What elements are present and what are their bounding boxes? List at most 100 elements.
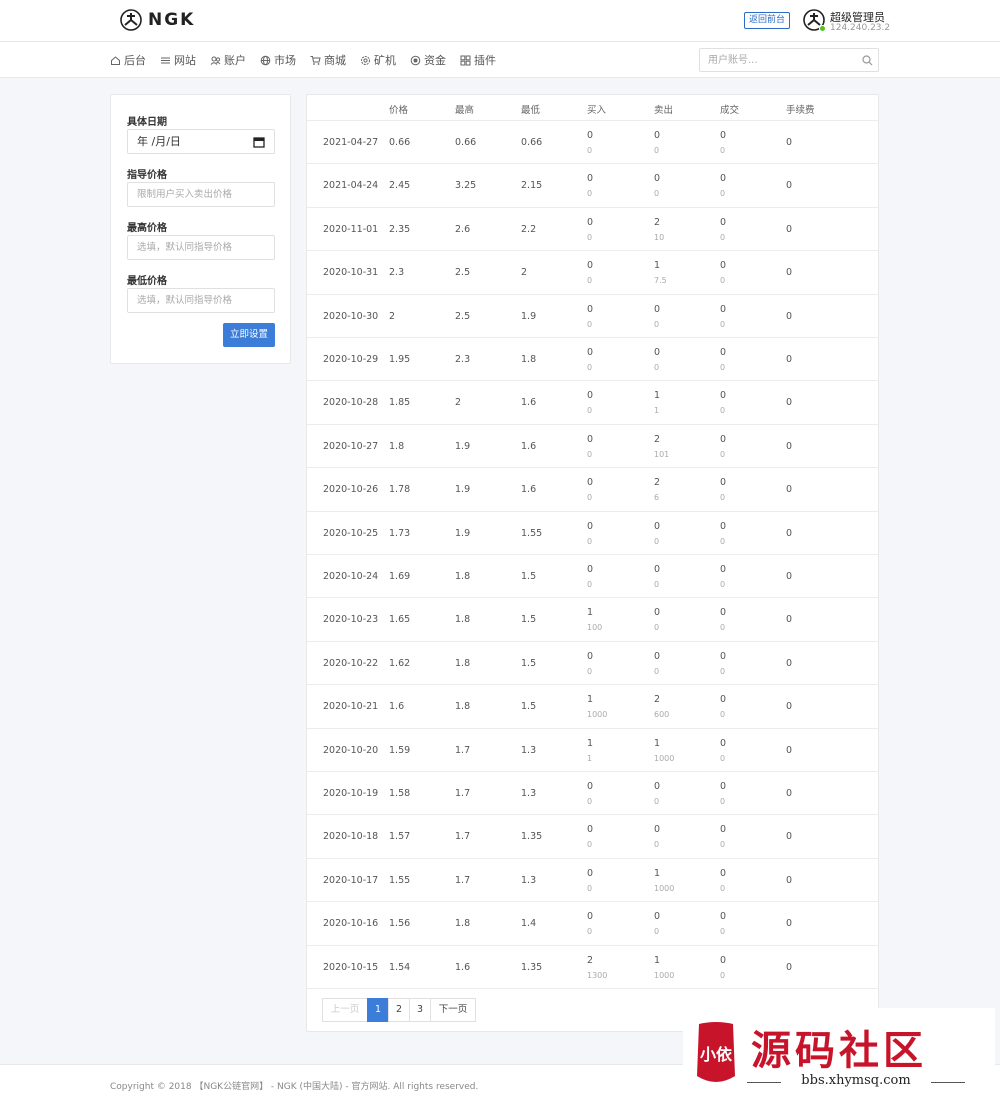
high-cell: 1.7 xyxy=(455,744,471,756)
watermark-url: bbs.xhymsq.com xyxy=(801,1073,911,1088)
price-cell: 2.35 xyxy=(389,223,411,235)
buy-count-cell: 0 xyxy=(587,911,594,923)
nav-item-6[interactable]: 矿机 xyxy=(360,52,396,68)
nav-item-5[interactable]: 商城 xyxy=(310,52,346,68)
price-cell: 1.55 xyxy=(389,874,411,886)
page-button-2[interactable]: 2 xyxy=(388,998,410,1022)
logo[interactable]: NGK xyxy=(120,9,195,31)
deal-count-cell: 0 xyxy=(720,433,727,445)
date-cell: 2020-10-23 xyxy=(323,614,379,626)
price-history-table: 价格 最高 最低 买入 卖出 成交 手续费 2021-04-27 0.66 0.66 0.66 0 0… xyxy=(306,94,879,1032)
back-to-frontend-button[interactable]: 返回前台 xyxy=(744,12,791,29)
buy-count-cell: 0 xyxy=(587,650,594,662)
globe-icon xyxy=(260,55,271,65)
max-price-field[interactable]: 选填，默认同指导价格 xyxy=(127,235,275,260)
fee-cell: 0 xyxy=(786,918,793,930)
deal-count-cell: 0 xyxy=(720,650,727,662)
buy-amount-cell: 0 xyxy=(587,319,593,329)
date-cell: 2020-10-25 xyxy=(323,527,379,539)
table-row: 2020-11-01 2.35 2.6 2.2 0 0 2 10 0 0 0 xyxy=(307,208,878,252)
table-row: 2021-04-27 0.66 0.66 0.66 0 0 0 0 0 0 0 xyxy=(307,121,878,165)
table-row: 2020-10-27 1.8 1.9 1.6 0 0 2 101 0 0 0 xyxy=(307,425,878,469)
low-cell: 1.8 xyxy=(521,354,537,365)
nav-item-2[interactable]: 网站 xyxy=(160,52,196,68)
buy-count-cell: 0 xyxy=(587,564,594,575)
sell-count-cell: 0 xyxy=(654,130,661,141)
date-field[interactable]: 年 /月/日 xyxy=(127,129,275,154)
deal-count-cell: 0 xyxy=(720,607,727,619)
buy-amount-cell: 0 xyxy=(587,363,593,372)
sell-count-cell: 2 xyxy=(654,694,661,706)
deal-amount-cell: 0 xyxy=(720,710,726,720)
date-cell: 2020-11-01 xyxy=(323,223,379,235)
high-cell: 1.7 xyxy=(455,788,471,799)
table-row: 2020-10-20 1.59 1.7 1.3 1 1 1 1000 0 0 0 xyxy=(307,729,878,772)
fee-cell: 0 xyxy=(786,657,793,669)
search-icon[interactable] xyxy=(862,55,873,66)
date-cell: 2021-04-27 xyxy=(323,137,379,148)
date-cell: 2020-10-27 xyxy=(323,440,379,452)
nav-item-8[interactable]: 插件 xyxy=(460,52,496,68)
buy-count-cell: 2 xyxy=(587,954,594,966)
online-status-dot xyxy=(819,25,826,32)
fee-cell: 0 xyxy=(786,137,793,148)
nav-item-4[interactable]: 市场 xyxy=(260,52,296,68)
buy-amount-cell: 0 xyxy=(587,232,593,242)
submit-button[interactable]: 立即设置 xyxy=(223,323,275,347)
buy-count-cell: 0 xyxy=(587,433,594,445)
nav-item-7[interactable]: 资金 xyxy=(410,52,446,68)
nav-item-label: 插件 xyxy=(474,54,496,67)
deal-amount-cell: 0 xyxy=(720,363,726,372)
deal-amount-cell: 0 xyxy=(720,797,726,806)
buy-count-cell: 0 xyxy=(587,824,594,836)
nav-item-3[interactable]: 账户 xyxy=(210,52,246,68)
sell-count-cell: 0 xyxy=(654,911,661,923)
buy-amount-cell: 0 xyxy=(587,840,593,850)
low-cell: 2.2 xyxy=(521,223,537,235)
max-price-label: 最高价格 xyxy=(127,223,167,234)
list-icon xyxy=(161,57,170,63)
page-button-3[interactable]: 3 xyxy=(409,998,431,1022)
date-cell: 2020-10-17 xyxy=(323,874,379,886)
table-row: 2020-10-24 1.69 1.8 1.5 0 0 0 0 0 0 0 xyxy=(307,555,878,599)
deal-amount-cell: 0 xyxy=(720,753,726,763)
price-cell: 1.95 xyxy=(389,354,411,365)
nav-item-label: 商城 xyxy=(324,54,346,67)
price-cell: 0.66 xyxy=(389,137,411,148)
date-label: 具体日期 xyxy=(127,117,167,128)
deal-count-cell: 0 xyxy=(720,911,727,923)
sell-amount-cell: 0 xyxy=(654,363,660,372)
sell-amount-cell: 0 xyxy=(654,623,660,633)
next-page-button[interactable]: 下一页 xyxy=(430,998,476,1022)
fee-cell: 0 xyxy=(786,831,793,843)
min-price-field[interactable]: 选填，默认同指导价格 xyxy=(127,288,275,313)
watermark-badge-text: 小依 xyxy=(700,1045,733,1064)
guide-price-field[interactable]: 限制用户买入卖出价格 xyxy=(127,182,275,207)
sell-amount-cell: 1000 xyxy=(654,883,675,893)
buy-count-cell: 0 xyxy=(587,347,594,358)
table-row: 2020-10-21 1.6 1.8 1.5 1 1000 2 600 0 0 0 xyxy=(307,685,878,729)
deal-count-cell: 0 xyxy=(720,390,727,402)
table-row: 2020-10-28 1.85 2 1.6 0 0 1 1 0 0 0 xyxy=(307,381,878,425)
fee-cell: 0 xyxy=(786,223,793,235)
high-cell: 2.5 xyxy=(455,310,471,322)
date-cell: 2021-04-24 xyxy=(323,180,379,192)
guide-price-label: 指导价格 xyxy=(127,170,167,181)
buy-count-cell: 0 xyxy=(587,520,594,532)
date-cell: 2020-10-16 xyxy=(323,918,379,930)
deal-amount-cell: 0 xyxy=(720,493,726,503)
page-button-1[interactable]: 1 xyxy=(367,998,389,1022)
price-cell: 1.8 xyxy=(389,440,405,452)
sell-amount-cell: 1000 xyxy=(654,970,675,980)
high-cell: 1.7 xyxy=(455,874,471,886)
prev-page-button[interactable]: 上一页 xyxy=(322,998,368,1022)
nav-item-label: 后台 xyxy=(124,54,146,67)
search-input[interactable] xyxy=(700,49,850,71)
calendar-icon[interactable] xyxy=(253,136,265,148)
sell-amount-cell: 0 xyxy=(654,580,660,589)
nav-item-1[interactable]: 后台 xyxy=(110,52,146,68)
deal-count-cell: 0 xyxy=(720,781,727,792)
high-cell: 2.6 xyxy=(455,223,471,235)
low-cell: 1.35 xyxy=(521,831,543,843)
buy-amount-cell: 0 xyxy=(587,146,593,155)
